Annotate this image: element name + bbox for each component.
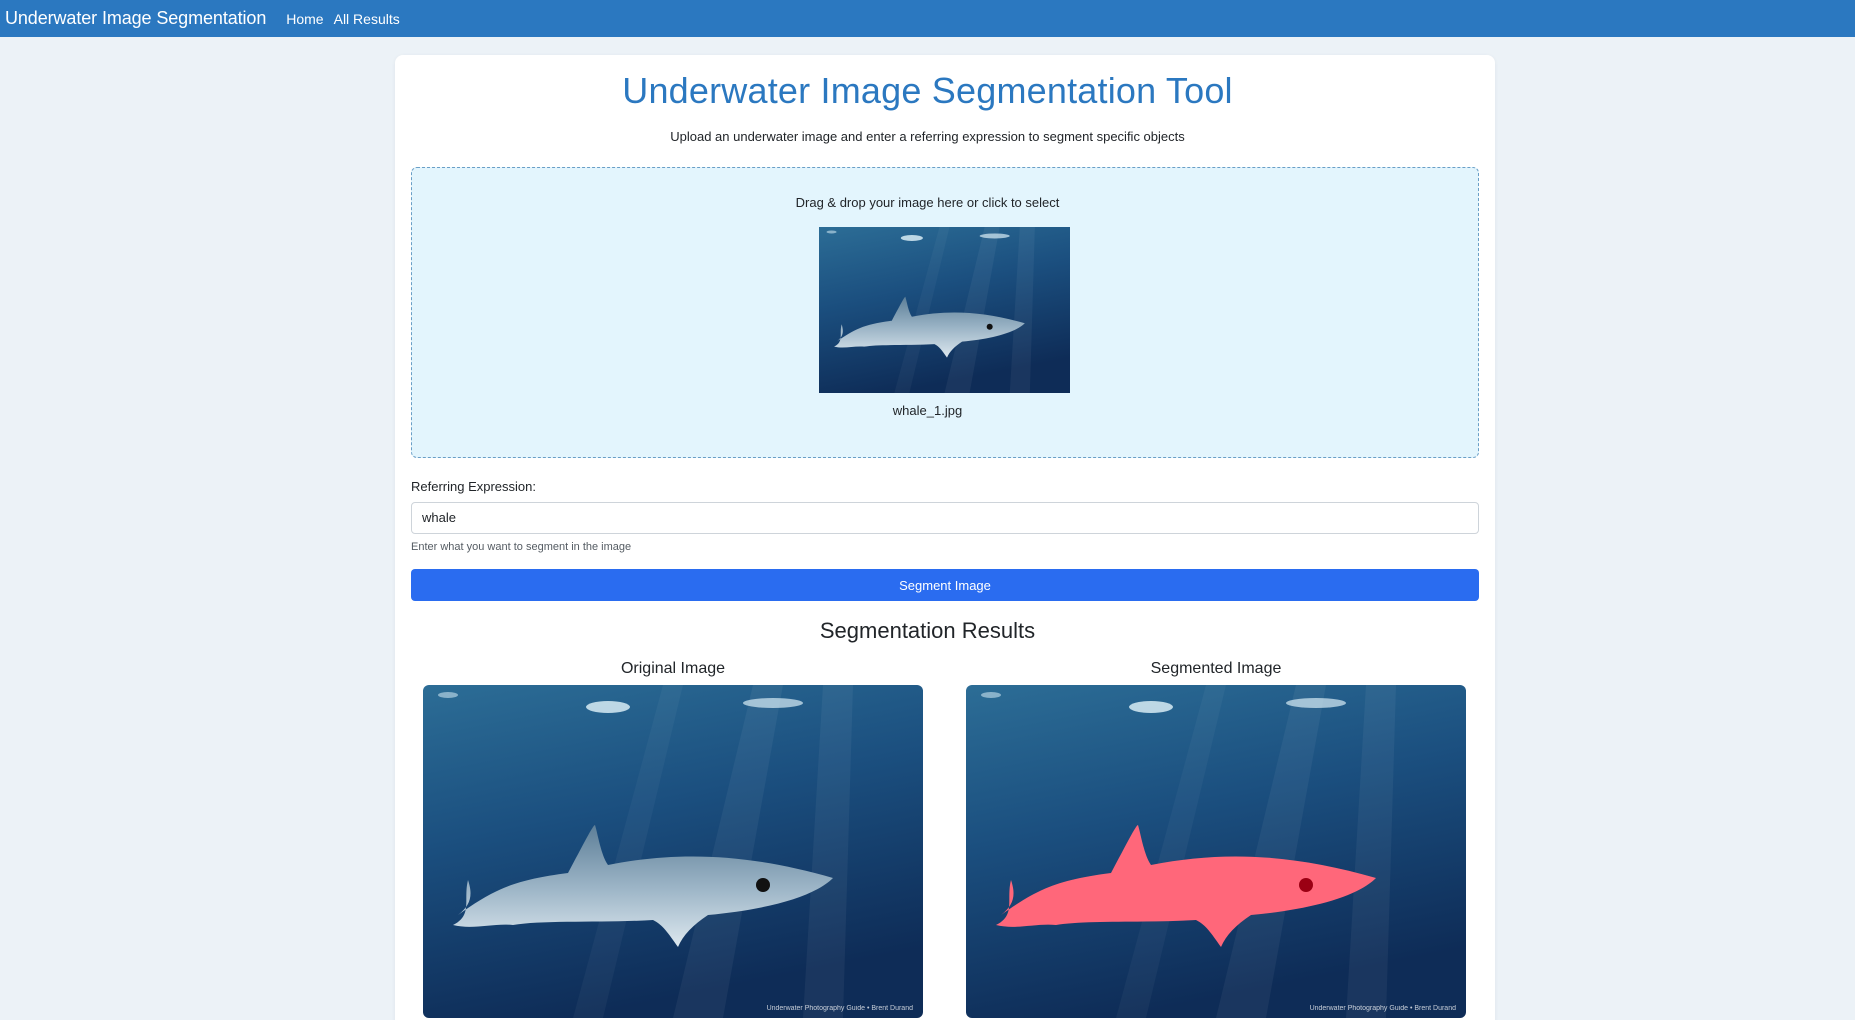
nav-all-results-link[interactable]: All Results <box>334 11 400 27</box>
page-title: Underwater Image Segmentation Tool <box>622 70 1233 111</box>
page-subtitle: Upload an underwater image and enter a r… <box>670 129 1185 144</box>
results-title: Segmentation Results <box>819 618 1036 643</box>
referring-expression-input[interactable]: whale <box>411 502 1479 534</box>
uploaded-image-preview <box>819 227 1070 393</box>
referring-expression-label: Referring Expression: <box>411 479 536 494</box>
segment-image-button[interactable]: Segment Image <box>411 569 1479 601</box>
uploaded-filename: whale_1.jpg <box>892 403 963 418</box>
navbar: Underwater Image Segmentation Home All R… <box>0 0 1855 37</box>
segmented-watermark: Underwater Photography Guide • Brent Dur… <box>1310 1005 1457 1012</box>
segmented-image-title: Segmented Image <box>1150 660 1282 677</box>
original-watermark: Underwater Photography Guide • Brent Dur… <box>767 1005 914 1012</box>
brand-link[interactable]: Underwater Image Segmentation <box>5 8 266 29</box>
dropzone-prompt: Drag & drop your image here or click to … <box>795 195 1060 210</box>
referring-expression-help: Enter what you want to segment in the im… <box>411 541 632 553</box>
nav-home-link[interactable]: Home <box>286 11 323 27</box>
original-image-title: Original Image <box>620 660 726 677</box>
original-image: Underwater Photography Guide • Brent Dur… <box>423 685 923 1018</box>
segmented-image: Underwater Photography Guide • Brent Dur… <box>966 685 1466 1018</box>
